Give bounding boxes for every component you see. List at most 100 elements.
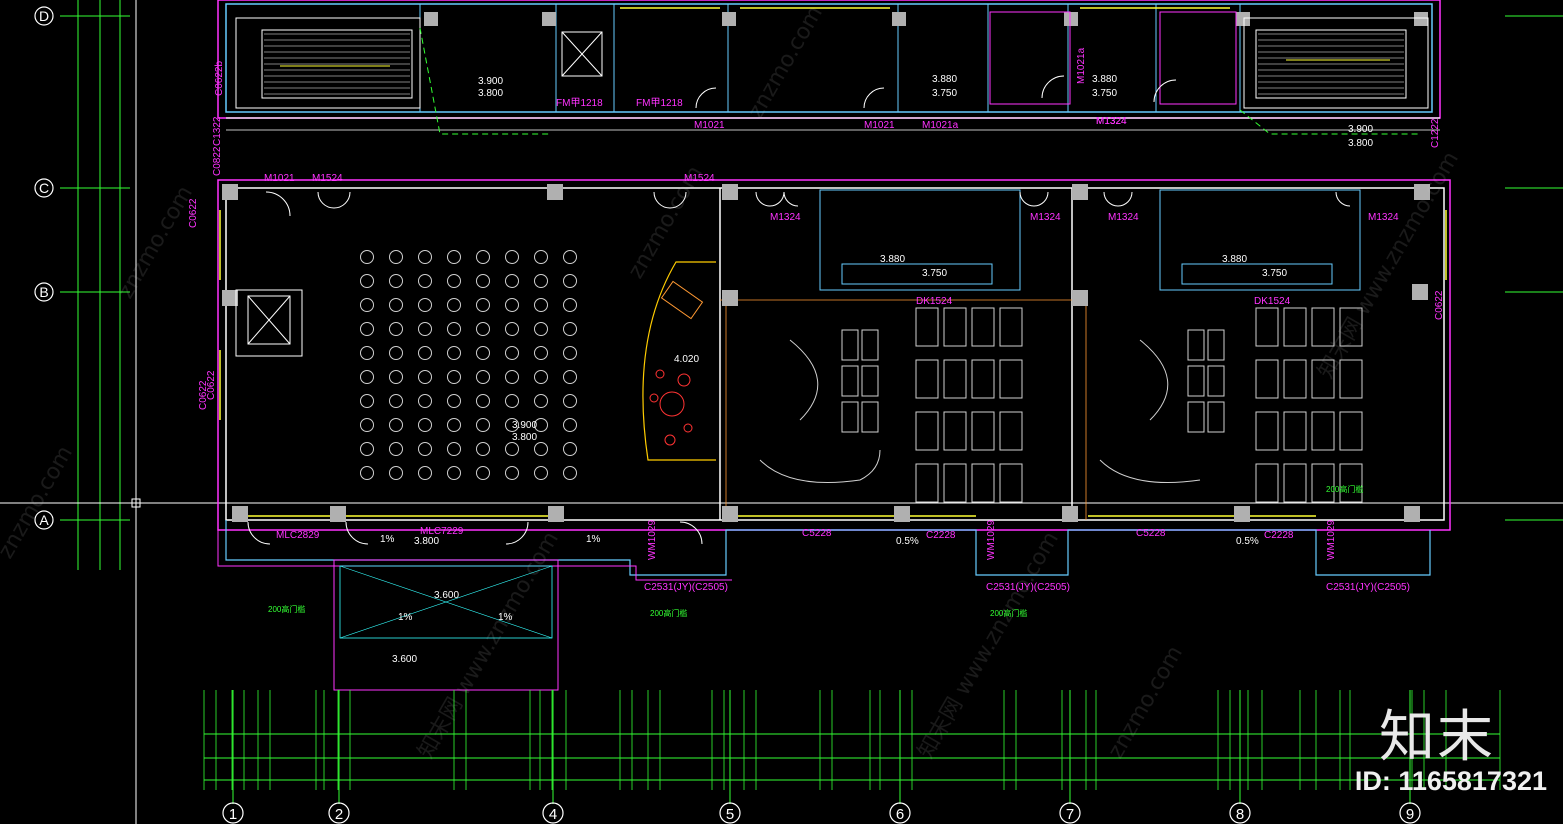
window-label: C2531(JY)(C2505) — [644, 582, 728, 593]
auditorium-seat — [505, 394, 519, 408]
grid-row-bubble: D — [34, 6, 54, 26]
window-label: DK1524 — [1254, 296, 1291, 307]
elevation-label: 3.750 — [1092, 88, 1117, 99]
auditorium-seat — [447, 322, 461, 336]
auditorium-seat — [563, 346, 577, 360]
classroom-table — [841, 365, 859, 397]
threshold-note: 200高门槛 — [990, 608, 1027, 618]
classroom-desk — [943, 307, 967, 347]
auditorium-seat — [476, 418, 490, 432]
auditorium-seat — [505, 250, 519, 264]
classroom-desk — [1339, 463, 1363, 503]
classroom-desk — [971, 307, 995, 347]
classroom-desk — [971, 359, 995, 399]
elevation-label: 3.880 — [1092, 74, 1117, 85]
auditorium-seat — [389, 418, 403, 432]
threshold-note: 200高门槛 — [268, 604, 305, 614]
classroom-desk — [1255, 359, 1279, 399]
grid-bubble-label: 6 — [896, 806, 904, 823]
auditorium-seat — [360, 298, 374, 312]
window-label: C5228 — [802, 528, 832, 539]
auditorium-seat — [534, 250, 548, 264]
watermark-text: znzmo.com — [1104, 642, 1188, 763]
door-labels: M1021 M1524 M1524 M1021 M1021 M1021a M1324 M132… — [264, 47, 1399, 223]
elevation-label: 3.800 — [1348, 138, 1373, 149]
classroom-table — [861, 329, 879, 361]
dimension-ticks — [203, 690, 1501, 790]
window-label: WM1029 — [647, 520, 658, 560]
auditorium-seat — [389, 466, 403, 480]
door-label: M1021a — [1076, 47, 1087, 84]
stair-treads — [264, 33, 410, 95]
elevation-label: 3.880 — [1222, 254, 1247, 265]
auditorium-seat — [389, 322, 403, 336]
elevation-label: 3.880 — [932, 74, 957, 85]
auditorium-seat — [563, 274, 577, 288]
auditorium-seat — [534, 466, 548, 480]
door-label: FM甲1218 — [636, 98, 683, 109]
classroom-desk — [1255, 411, 1279, 451]
slope-label: 1% — [586, 534, 601, 545]
classroom-desk — [1283, 411, 1307, 451]
elevation-label: 4.020 — [674, 354, 699, 365]
auditorium-seat — [389, 250, 403, 264]
grid-bubble-label: 1 — [229, 806, 237, 823]
grid-col-bubble: 1 — [222, 690, 244, 824]
grid-bubble-label: D — [39, 8, 49, 24]
classroom-desk — [1283, 359, 1307, 399]
classroom-desk — [1311, 463, 1335, 503]
auditorium-seat — [447, 418, 461, 432]
elevation-label: 3.800 — [512, 432, 537, 443]
auditorium-seat — [476, 274, 490, 288]
classroom-table — [1187, 329, 1205, 361]
auditorium-seat — [360, 442, 374, 456]
building-walls — [217, 0, 1451, 691]
auditorium-seat — [534, 394, 548, 408]
auditorium-seat — [447, 274, 461, 288]
window-label: WM1029 — [986, 520, 997, 560]
door-label: M1324 — [1096, 116, 1127, 127]
auditorium-seat — [505, 466, 519, 480]
elevation-label: 3.900 — [512, 420, 537, 431]
window-label: C2531(JY)(C2505) — [1326, 582, 1410, 593]
classroom-desk — [971, 411, 995, 451]
elevation-label: 3.750 — [932, 88, 957, 99]
grid-col-bubble: 6 — [889, 690, 911, 824]
elevation-label: 3.750 — [1262, 268, 1287, 279]
classroom-desk — [1339, 411, 1363, 451]
grid-bubble-label: 8 — [1236, 806, 1244, 823]
auditorium-seat — [360, 466, 374, 480]
auditorium-seat — [418, 274, 432, 288]
floor-plan-canvas: znzmo.com znzmo.com znzmo.com znzmo.com … — [0, 0, 1563, 824]
brand-logo: 知末 — [1379, 705, 1495, 770]
window-label: C2228 — [1264, 530, 1294, 541]
window-label: C2228 — [926, 530, 956, 541]
grid-bubble-label: A — [39, 512, 49, 528]
classroom-table — [1187, 365, 1205, 397]
auditorium-seat — [418, 466, 432, 480]
window-label: C5228 — [1136, 528, 1166, 539]
window-label: C1222 — [1430, 118, 1441, 148]
door-label: M1021 — [694, 120, 725, 131]
auditorium-seat — [534, 442, 548, 456]
classroom-desk — [943, 359, 967, 399]
classroom-desk — [1255, 463, 1279, 503]
classroom-desk — [999, 463, 1023, 503]
classroom-desk — [999, 307, 1023, 347]
classroom-desk — [1255, 307, 1279, 347]
elevation-label: 3.900 — [478, 76, 503, 87]
auditorium-seat — [563, 394, 577, 408]
auditorium-seat — [476, 442, 490, 456]
auditorium-seat — [360, 394, 374, 408]
slope-label: 0.5% — [1236, 536, 1259, 547]
classroom-table — [861, 365, 879, 397]
restrooms — [819, 11, 1361, 291]
auditorium-seat — [505, 298, 519, 312]
auditorium-seat — [418, 370, 432, 384]
grid-col-bubble: 2 — [328, 690, 350, 824]
threshold-note: 200高门槛 — [1326, 484, 1363, 494]
watermark-text: 知末网 www.znzmo.com — [414, 528, 564, 763]
auditorium-seat — [534, 298, 548, 312]
classroom-curved-seats — [759, 339, 1201, 483]
auditorium-seat — [476, 322, 490, 336]
